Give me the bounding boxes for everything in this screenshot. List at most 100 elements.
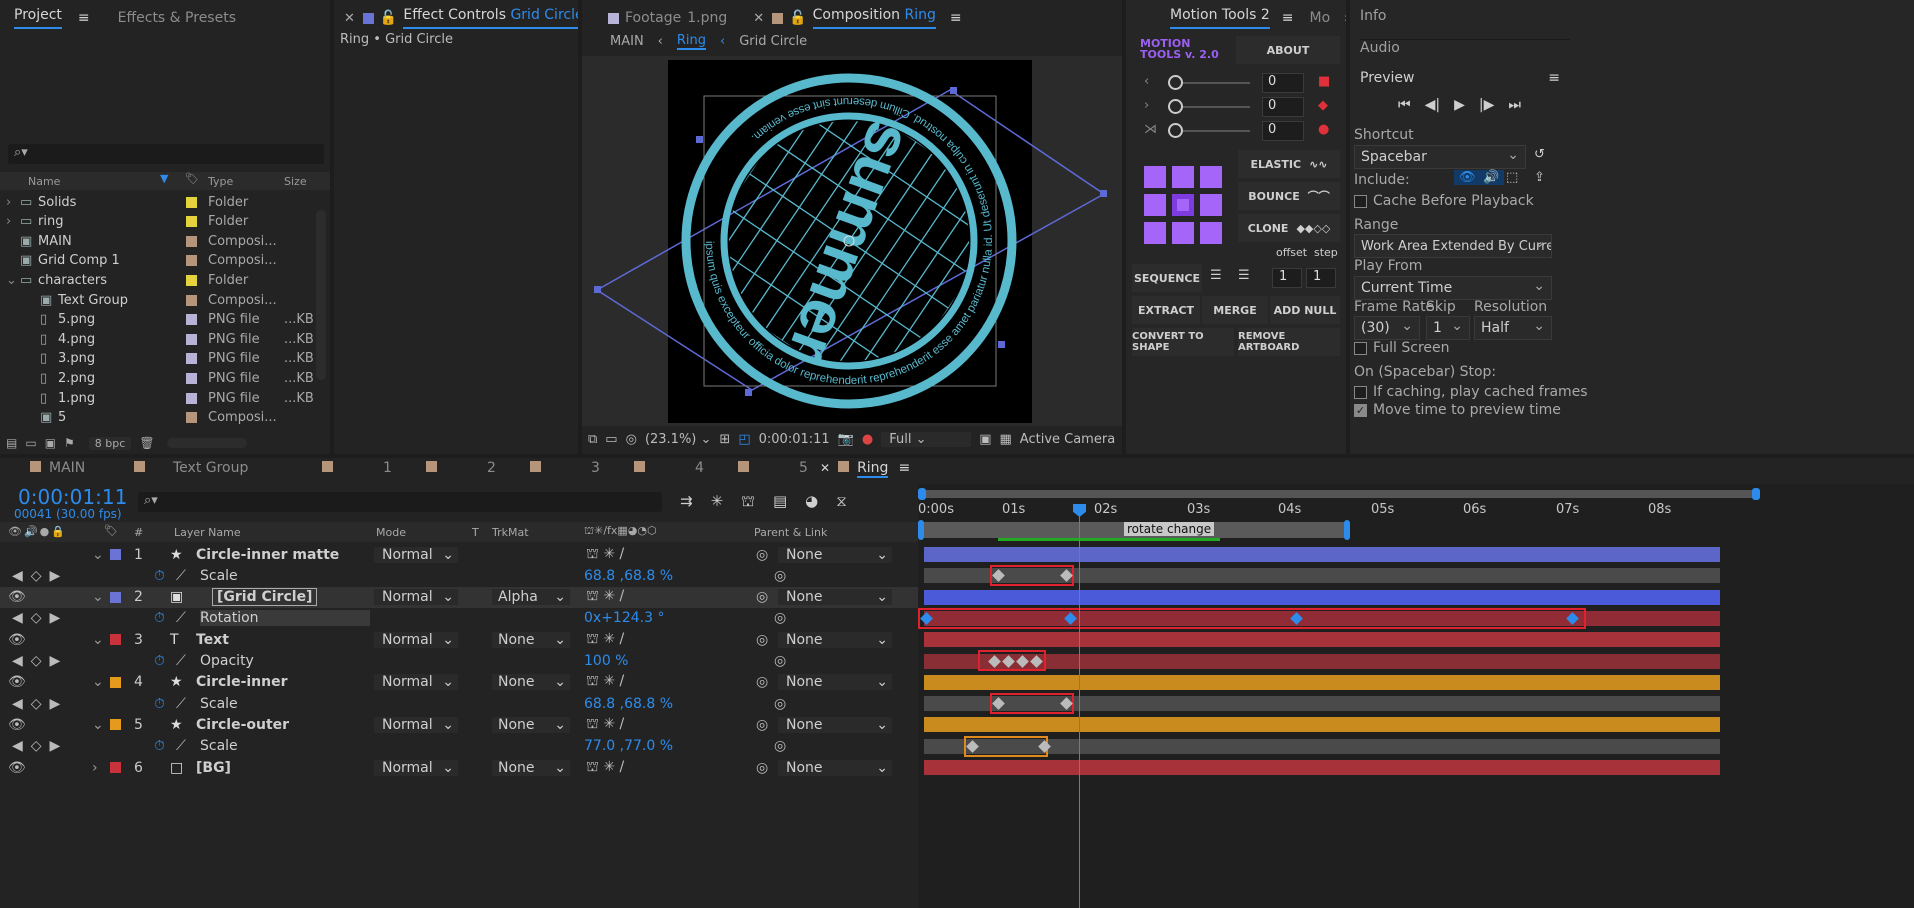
label-color-swatch[interactable] (110, 549, 121, 560)
slider-mode-icon[interactable]: ‹ (1144, 74, 1149, 89)
keyframe-type-icon[interactable]: ◆ (1318, 98, 1328, 113)
menu-icon[interactable]: ≡ (950, 10, 962, 26)
pickwhip-icon[interactable]: ◎ (756, 632, 768, 648)
menu-icon[interactable]: ≡ (1282, 10, 1294, 26)
bounce-button[interactable]: BOUNCE ⌒⌒ (1238, 182, 1340, 210)
transparency-icon[interactable]: ▦ (1000, 432, 1012, 447)
mode-dropdown[interactable]: Normal ⌄ (374, 589, 458, 606)
last-frame-icon[interactable]: ⏭ (1508, 97, 1521, 113)
add-null-button[interactable]: ADD NULL (1270, 296, 1340, 324)
pickwhip-icon[interactable]: ◎ (756, 717, 768, 733)
mode-dropdown[interactable]: Normal ⌄ (374, 759, 458, 776)
layer-row[interactable]: 👁 ⌄ 2 ▣ [Grid Circle] Normal ⌄ Alpha ⌄ ⛫ ✳ / ◎ None… (0, 586, 918, 608)
next-frame-icon[interactable]: |▶ (1479, 97, 1494, 113)
sequence-up-icon[interactable]: ☰ (1238, 268, 1250, 283)
footer-scrollbar[interactable] (166, 438, 247, 448)
layer-switches[interactable]: ⛫ ✳ / (586, 588, 624, 606)
property-value[interactable]: 68.8 ,68.8 % (584, 568, 673, 584)
skip-dropdown[interactable]: 1 (1426, 316, 1470, 340)
handle[interactable] (998, 341, 1005, 348)
range-dropdown[interactable]: Work Area Extended By Current... (1354, 234, 1552, 258)
slider-mode-icon[interactable]: ⋊ (1144, 122, 1157, 137)
label-color-swatch[interactable] (186, 412, 197, 424)
anchor-top-left-button[interactable] (1144, 166, 1166, 188)
viewer-timecode[interactable]: 0:00:01:11 (759, 432, 830, 447)
range-end[interactable] (1344, 520, 1350, 540)
column-name[interactable]: Name (28, 175, 60, 188)
slider-value-input[interactable]: 0 (1262, 97, 1304, 117)
anchor-center-button[interactable] (1172, 194, 1194, 216)
handle[interactable] (594, 286, 601, 293)
nav-grid-circle[interactable]: Grid Circle (739, 34, 807, 49)
layer-row[interactable]: 👁 › 6 □ [BG] Normal ⌄ None ⌄ ⛫ ✳ / ◎ None ⌄ (0, 757, 918, 778)
slider-knob[interactable] (1168, 75, 1183, 90)
tab-ring[interactable]: ✕ Ring ≡ (820, 460, 910, 478)
column-parent[interactable]: Parent & Link (754, 526, 827, 539)
resolution-dropdown[interactable]: Half (1474, 316, 1552, 340)
project-scrollbar[interactable] (316, 210, 326, 380)
layer-name[interactable]: Circle-inner matte (196, 547, 339, 563)
stopwatch-icon[interactable]: ⏱ (154, 653, 165, 669)
snapshot-icon[interactable]: ⧉ (588, 432, 597, 447)
tab-motion-tools[interactable]: Motion Tools 2 ≡ (1126, 7, 1308, 29)
label-color-swatch[interactable] (186, 314, 197, 326)
anchor-left-button[interactable] (1144, 194, 1166, 216)
project-item[interactable]: › ▭ ring Folder (0, 212, 316, 232)
fast-preview-icon[interactable]: ▣ (979, 432, 991, 447)
handle[interactable] (1100, 190, 1107, 197)
trkmat-dropdown[interactable]: Alpha ⌄ (492, 589, 570, 606)
layer-row[interactable]: ⌄ 1 ★ Circle-inner matte Normal ⌄ ⛫ ✳ / ◎ None ⌄ (0, 544, 918, 565)
trkmat-dropdown[interactable]: None ⌄ (492, 631, 570, 648)
move-time-checkbox[interactable]: ✓ Move time to preview time (1354, 402, 1561, 418)
tab-2[interactable]: 2 (426, 460, 496, 476)
label-color-swatch[interactable] (186, 294, 197, 306)
label-color-swatch[interactable] (110, 719, 121, 731)
pickwhip-icon[interactable]: ◎ (756, 760, 768, 776)
tab-5[interactable]: 5 (738, 460, 808, 476)
disclosure-icon[interactable]: › (6, 195, 11, 210)
tab-effect-controls[interactable]: 🔓 Effect Controls Grid Circle (355, 7, 578, 29)
layer-duration-bar[interactable] (924, 632, 1720, 648)
slider-knob[interactable] (1168, 99, 1183, 114)
project-item[interactable]: ▯ 2.png PNG file ...KB (0, 368, 316, 388)
work-area-bar[interactable] (922, 490, 1756, 498)
layer-switches[interactable]: ⛫ ✳ / (586, 631, 624, 649)
trkmat-dropdown[interactable]: None ⌄ (492, 716, 570, 733)
property-row[interactable]: ◀◇▶ ⏱ ⟋ Scale 68.8 ,68.8 % ◎ (0, 565, 918, 586)
project-item[interactable]: ▯ 1.png PNG file ...KB (0, 388, 316, 408)
tab-composition[interactable]: 🔓 Composition Ring ≡ (764, 7, 975, 29)
preview-header[interactable]: Preview ≡ (1360, 70, 1560, 86)
disclosure-icon[interactable]: ⌄ (92, 547, 104, 563)
project-item[interactable]: ▣ 5 Composi... (0, 408, 316, 428)
tab-effects-presets[interactable]: Effects & Presets (104, 10, 250, 26)
tab-main[interactable]: MAIN (30, 460, 85, 476)
comp-marker[interactable]: rotate change (1124, 522, 1215, 536)
playhead[interactable] (1079, 506, 1080, 908)
label-color-swatch[interactable] (186, 255, 197, 267)
keyframe-nav-icons[interactable]: ◀◇▶ (12, 696, 68, 712)
visibility-icon[interactable]: 👁 (8, 674, 26, 690)
trkmat-dropdown[interactable]: None ⌄ (492, 674, 570, 691)
close-icon[interactable]: ✕ (344, 11, 355, 26)
tab-footage[interactable]: Footage 1.png (582, 10, 741, 26)
shortcut-dropdown[interactable]: Spacebar (1354, 145, 1526, 169)
project-item[interactable]: › ▭ Solids Folder (0, 192, 316, 212)
tab-motion-tools-2[interactable]: Mo (1308, 10, 1345, 26)
play-icon[interactable]: ▶ (1454, 97, 1465, 113)
visibility-icon[interactable]: 👁 (8, 760, 26, 776)
anchor-bottom-left-button[interactable] (1144, 222, 1166, 244)
menu-icon[interactable]: ≡ (78, 10, 90, 26)
extract-button[interactable]: EXTRACT (1132, 296, 1200, 324)
property-row[interactable]: ◀◇▶ ⏱ ⟋ Rotation 0x+124.3 ° ◎ (0, 608, 918, 629)
graph-editor-icon[interactable]: ⧖ (836, 492, 847, 512)
layer-row[interactable]: 👁 ⌄ 5 ★ Circle-outer Normal ⌄ None ⌄ ⛫ ✳ / ◎ None ⌄ (0, 714, 918, 735)
reset-icon[interactable]: ↺ (1534, 147, 1545, 162)
nav-ring[interactable]: Ring (676, 33, 707, 50)
expression-pickwhip-icon[interactable]: ◎ (774, 610, 786, 626)
project-item[interactable]: ▯ 3.png PNG file ...KB (0, 349, 316, 369)
pickwhip-icon[interactable]: ◎ (756, 589, 768, 605)
sequence-button[interactable]: SEQUENCE (1132, 264, 1202, 292)
property-row[interactable]: ◀◇▶ ⏱ ⟋ Scale 77.0 ,77.0 % ◎ (0, 736, 918, 757)
column-size[interactable]: Size (284, 175, 307, 188)
flowchart-icon[interactable]: ⚑ (64, 436, 75, 450)
